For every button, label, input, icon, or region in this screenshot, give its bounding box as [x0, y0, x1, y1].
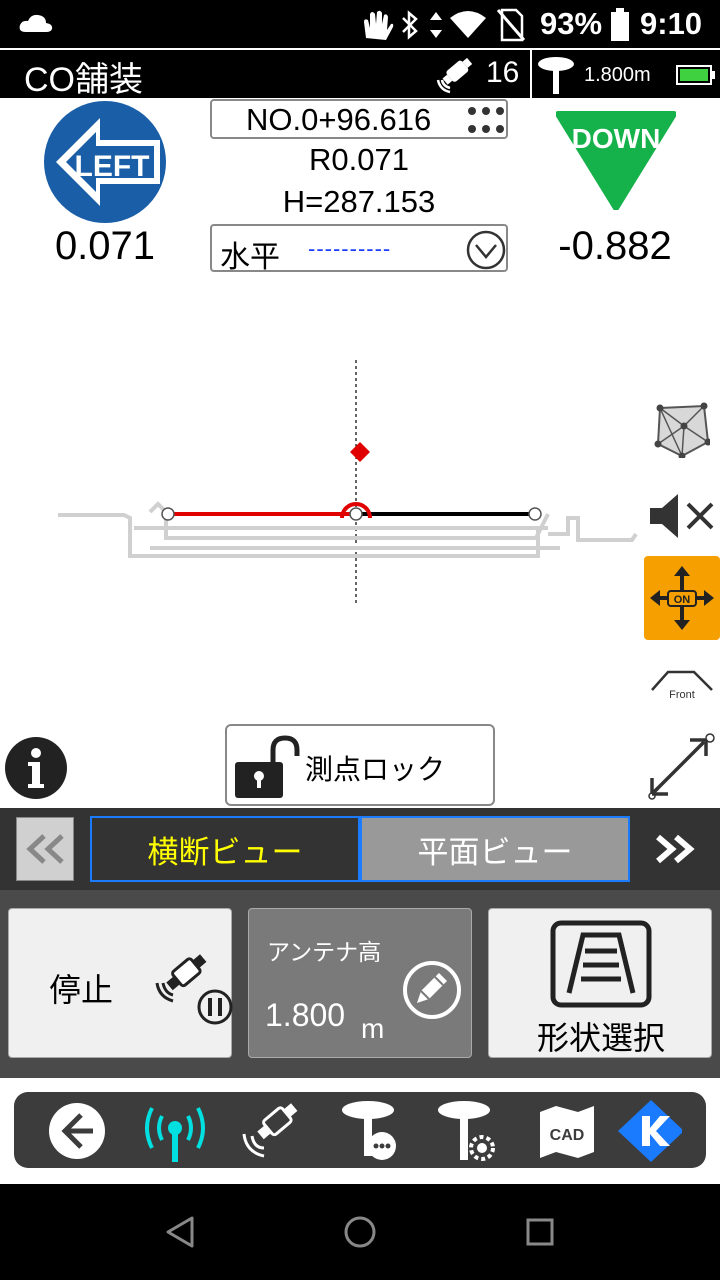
battery-icon [611, 8, 629, 41]
cross-section-view[interactable] [0, 280, 640, 720]
cad-icon: CAD [540, 1106, 594, 1158]
status-bar: 93% 9:10 [0, 0, 720, 48]
dots-grid-icon[interactable] [468, 107, 508, 135]
back-button[interactable] [44, 1098, 110, 1164]
data-arrows-icon [430, 12, 442, 38]
chevron-down-icon[interactable] [466, 230, 506, 270]
signal-antenna-icon [145, 1107, 205, 1162]
nav-receiver-chat[interactable] [336, 1098, 402, 1164]
prev-tabs-button[interactable] [16, 817, 74, 881]
left-direction-icon: LEFT [44, 101, 166, 223]
height-difference-value: -0.882 [558, 224, 672, 268]
left-label: LEFT [75, 150, 150, 183]
front-label: Front [669, 689, 695, 701]
current-position-marker [350, 442, 370, 462]
antenna-height-label: アンテナ高 [267, 939, 382, 965]
tab-plan-view[interactable]: 平面ビュー [360, 816, 630, 882]
move-arrows-icon: ON [650, 566, 714, 630]
lock-label: 測点ロック [305, 754, 446, 785]
down-label: DOWN [572, 123, 661, 154]
down-direction-icon: DOWN [556, 111, 676, 210]
receiver-message-icon [342, 1101, 396, 1160]
antenna-height-button[interactable]: アンテナ高 1.800 m [248, 908, 472, 1058]
back-arrow-icon [49, 1103, 105, 1159]
vertex-point [528, 507, 542, 521]
nav-receiver-settings[interactable] [432, 1098, 498, 1164]
stop-button[interactable]: 停止 [8, 908, 233, 1058]
stop-label: 停止 [49, 972, 114, 1008]
clock: 9:10 [640, 6, 703, 41]
nav-home-app[interactable] [616, 1098, 682, 1164]
nav-satellite[interactable] [238, 1098, 304, 1164]
lateral-offset: R0.071 [309, 142, 409, 177]
battery-percent: 93% [540, 6, 603, 41]
mode-value: ---------- [308, 236, 392, 261]
device-battery-icon [676, 65, 715, 85]
antenna-icon [538, 57, 574, 94]
nav-recents-icon[interactable] [520, 1212, 560, 1252]
nav-home-icon[interactable] [340, 1212, 380, 1252]
shape-profile-icon [550, 920, 652, 1008]
satellite-icon [242, 1103, 298, 1158]
divider [530, 50, 532, 98]
gnss-pause-icon [155, 954, 233, 1025]
road-profile [58, 501, 638, 558]
page-title: CO舗装 [24, 61, 143, 99]
vertex-point [161, 507, 175, 521]
antenna-height-header: 1.800m [584, 64, 651, 86]
next-tabs-button[interactable] [644, 816, 704, 882]
satellite-icon [436, 57, 473, 94]
station-value: NO.0+96.616 [246, 102, 432, 137]
auto-tracking-toggle[interactable]: ON [644, 556, 720, 640]
antenna-height-unit: m [361, 1013, 385, 1044]
title-bar: CO舗装 16 1.800m [0, 48, 720, 99]
shape-select-label: 形状選択 [536, 1020, 665, 1056]
left-offset-value: 0.071 [54, 224, 156, 268]
on-label: ON [674, 594, 691, 606]
action-panel: 停止 アンテナ高 1.800 m 形状選択 [0, 890, 720, 1078]
double-chevron-right-icon [656, 834, 695, 864]
mode-select[interactable]: 水平 ---------- [210, 224, 508, 274]
gesture-icon [364, 10, 394, 40]
height-value: H=287.153 [282, 184, 436, 219]
app-logo-icon [618, 1100, 682, 1162]
shape-select-button[interactable]: 形状選択 [488, 908, 712, 1058]
measure-distance-icon[interactable] [648, 732, 716, 800]
receiver-settings-icon [438, 1101, 495, 1161]
front-view-icon[interactable]: Front [648, 666, 716, 702]
unlock-icon [235, 735, 300, 798]
mute-icon[interactable] [648, 492, 716, 540]
antenna-height-value: 1.800 [265, 997, 346, 1033]
view-tab-bar: 横断ビュー 平面ビュー [0, 808, 720, 890]
vertex-point [349, 507, 363, 521]
nav-gnss-signal[interactable] [140, 1098, 206, 1164]
satellite-count: 16 [486, 56, 520, 89]
cloud-icon [19, 14, 53, 32]
info-icon[interactable] [4, 736, 68, 800]
tab-cross-section[interactable]: 横断ビュー [90, 816, 360, 882]
bluetooth-icon [402, 10, 418, 40]
cad-label: CAD [550, 1127, 585, 1144]
station-selector[interactable]: NO.0+96.616 [210, 99, 508, 139]
mesh-model-icon[interactable] [654, 402, 710, 458]
nav-cad[interactable]: CAD [532, 1098, 598, 1164]
lock-station-button[interactable]: 測点ロック [225, 724, 495, 806]
nav-back-icon[interactable] [160, 1212, 200, 1252]
edit-pencil-icon [403, 961, 461, 1019]
wifi-icon [450, 11, 486, 38]
mode-label: 水平 [220, 241, 280, 274]
no-sim-icon [496, 8, 526, 42]
system-nav-bar [0, 1184, 720, 1280]
double-chevron-left-icon [26, 834, 64, 864]
